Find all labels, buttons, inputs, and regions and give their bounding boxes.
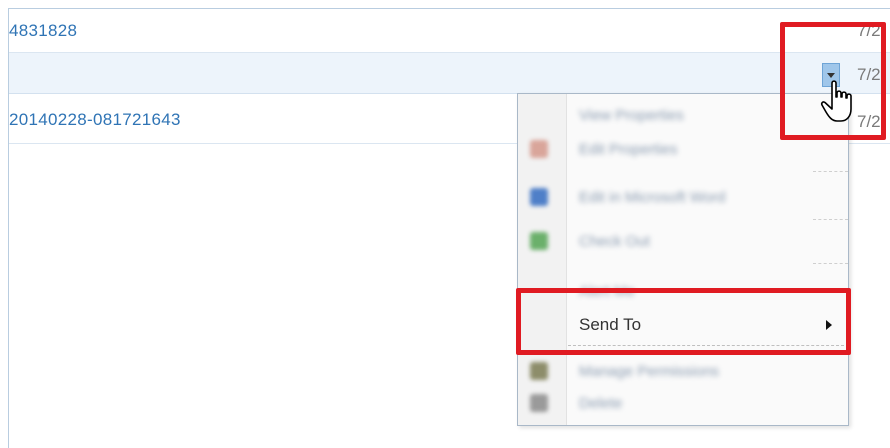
- menu-item-label: Manage Permissions: [579, 363, 720, 380]
- item-context-menu: View Properties Edit Properties Edit in …: [517, 93, 849, 426]
- menu-item-label: Alert Me: [579, 283, 635, 300]
- table-row-selected[interactable]: 7/2: [9, 53, 890, 94]
- document-name-link[interactable]: 4831828: [9, 21, 77, 41]
- menu-item-label: Send To: [579, 315, 642, 334]
- chevron-down-icon: [827, 73, 835, 78]
- menu-item-send-to[interactable]: Send To: [518, 304, 848, 348]
- menu-item-label: Check Out: [579, 233, 650, 250]
- menu-item-label: Edit in Microsoft Word: [579, 189, 726, 206]
- permissions-icon: [530, 362, 548, 380]
- modified-date: 7/2: [857, 112, 881, 131]
- modified-date: 7/2: [857, 65, 881, 84]
- menu-item-label: View Properties: [579, 107, 684, 124]
- menu-item-label: Delete: [579, 395, 623, 412]
- menu-item-delete[interactable]: Delete: [518, 382, 848, 426]
- delete-icon: [530, 394, 548, 412]
- submenu-arrow-icon: [826, 320, 832, 330]
- menu-item-edit-properties[interactable]: Edit Properties: [518, 128, 848, 172]
- modified-date: 7/2: [857, 21, 881, 40]
- document-name-link[interactable]: 20140228-081721643: [9, 110, 181, 130]
- menu-item-edit-in-word[interactable]: Edit in Microsoft Word: [518, 176, 848, 220]
- menu-separator: [568, 345, 844, 346]
- check-out-icon: [530, 232, 548, 250]
- menu-item-check-out[interactable]: Check Out: [518, 220, 848, 264]
- menu-item-label: Edit Properties: [579, 141, 678, 158]
- edit-properties-icon: [530, 140, 548, 158]
- menu-separator: [813, 171, 848, 172]
- word-icon: [530, 188, 548, 206]
- hand-pointer-icon: [820, 80, 852, 122]
- menu-separator: [813, 263, 848, 264]
- table-row[interactable]: 4831828 7/2: [9, 9, 890, 53]
